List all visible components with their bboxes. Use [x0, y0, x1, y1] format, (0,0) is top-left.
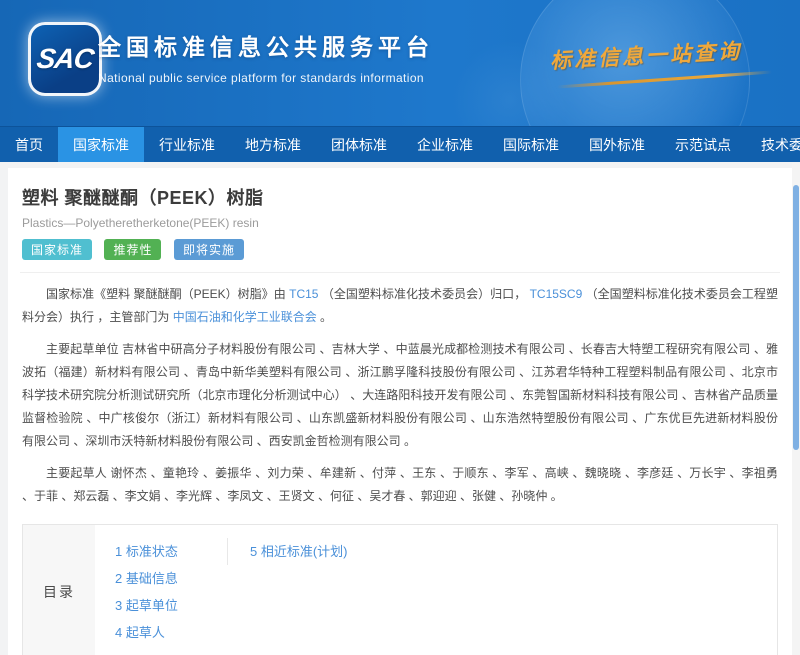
para-segment: 主要起草人 谢怀杰 、童艳玲 、姜振华 、刘力荣 、牟建新 、付萍 、王东 、于…	[22, 466, 778, 503]
standard-title-en: Plastics—Polyetheretherketone(PEEK) resi…	[22, 216, 778, 230]
site-title: 全国标准信息公共服务平台	[98, 28, 434, 62]
toc-link[interactable]: 2 基础信息	[115, 565, 227, 592]
sac-logo-text: SAC	[35, 43, 96, 75]
badge-row: 国家标准 推荐性 即将实施	[22, 239, 778, 260]
status-badge: 国家标准	[22, 239, 92, 260]
site-subtitle: National public service platform for sta…	[98, 71, 434, 85]
toc-label: 目录	[23, 525, 95, 655]
nav-item[interactable]: 地方标准	[230, 127, 316, 162]
toc-link[interactable]: 4 起草人	[115, 619, 227, 646]
toc-link[interactable]: 5 相近标准(计划)	[250, 538, 348, 565]
nav-item[interactable]: 示范试点	[660, 127, 746, 162]
para-segment[interactable]: TC15SC9	[530, 287, 583, 301]
para-segment: 国家标准《塑料 聚醚醚酮（PEEK）树脂》由	[46, 287, 286, 301]
scrollbar-track[interactable]	[792, 163, 800, 655]
toc-link[interactable]: 1 标准状态	[115, 538, 227, 565]
nav-item[interactable]: 首页	[0, 127, 58, 162]
scrollbar-thumb[interactable]	[793, 185, 799, 450]
status-badge: 即将实施	[174, 239, 244, 260]
para-segment: （全国塑料标准化技术委员会）归口，	[322, 287, 526, 301]
nav-item[interactable]: 企业标准	[402, 127, 488, 162]
toc-column-1: 1 标准状态 2 基础信息 3 起草单位 4 起草人	[95, 538, 227, 646]
nav-item[interactable]: 技术委员会	[746, 127, 800, 162]
site-title-block: 全国标准信息公共服务平台 National public service pla…	[98, 28, 434, 85]
nav-item[interactable]: 国际标准	[488, 127, 574, 162]
main-nav: 首页 国家标准 行业标准 地方标准 团体标准 企业标准 国际标准 国外标准 示范…	[0, 126, 800, 162]
nav-item[interactable]: 行业标准	[144, 127, 230, 162]
paragraph-drafters: 主要起草人 谢怀杰 、童艳玲 、姜振华 、刘力荣 、牟建新 、付萍 、王东 、于…	[22, 462, 778, 508]
paragraph-drafting-units: 主要起草单位 吉林省中研高分子材料股份有限公司 、吉林大学 、中蓝晨光成都检测技…	[22, 338, 778, 453]
nav-item[interactable]: 团体标准	[316, 127, 402, 162]
site-header: SAC 全国标准信息公共服务平台 National public service…	[0, 0, 800, 126]
toc-box: 目录 1 标准状态 2 基础信息 3 起草单位 4 起草人 5 相近标准(计划)	[22, 524, 778, 655]
para-segment[interactable]: 中国石油和化学工业联合会	[173, 310, 317, 324]
paragraph-governance: 国家标准《塑料 聚醚醚酮（PEEK）树脂》由 TC15 （全国塑料标准化技术委员…	[22, 283, 778, 329]
status-badge: 推荐性	[104, 239, 161, 260]
standard-detail-card: 塑料 聚醚醚酮（PEEK）树脂 Plastics—Polyetheretherk…	[8, 168, 792, 655]
nav-item[interactable]: 国外标准	[574, 127, 660, 162]
para-segment: 。	[320, 310, 332, 324]
standard-title-cn: 塑料 聚醚醚酮（PEEK）树脂	[22, 184, 778, 210]
nav-item[interactable]: 国家标准	[58, 127, 144, 162]
divider	[20, 272, 780, 273]
toc-link[interactable]: 3 起草单位	[115, 592, 227, 619]
para-segment: 主要起草单位 吉林省中研高分子材料股份有限公司 、吉林大学 、中蓝晨光成都检测技…	[22, 342, 778, 448]
sac-logo[interactable]: SAC	[28, 22, 102, 96]
toc-column-2: 5 相近标准(计划)	[227, 538, 348, 565]
toc-body: 1 标准状态 2 基础信息 3 起草单位 4 起草人 5 相近标准(计划)	[95, 525, 348, 655]
para-segment[interactable]: TC15	[289, 287, 318, 301]
